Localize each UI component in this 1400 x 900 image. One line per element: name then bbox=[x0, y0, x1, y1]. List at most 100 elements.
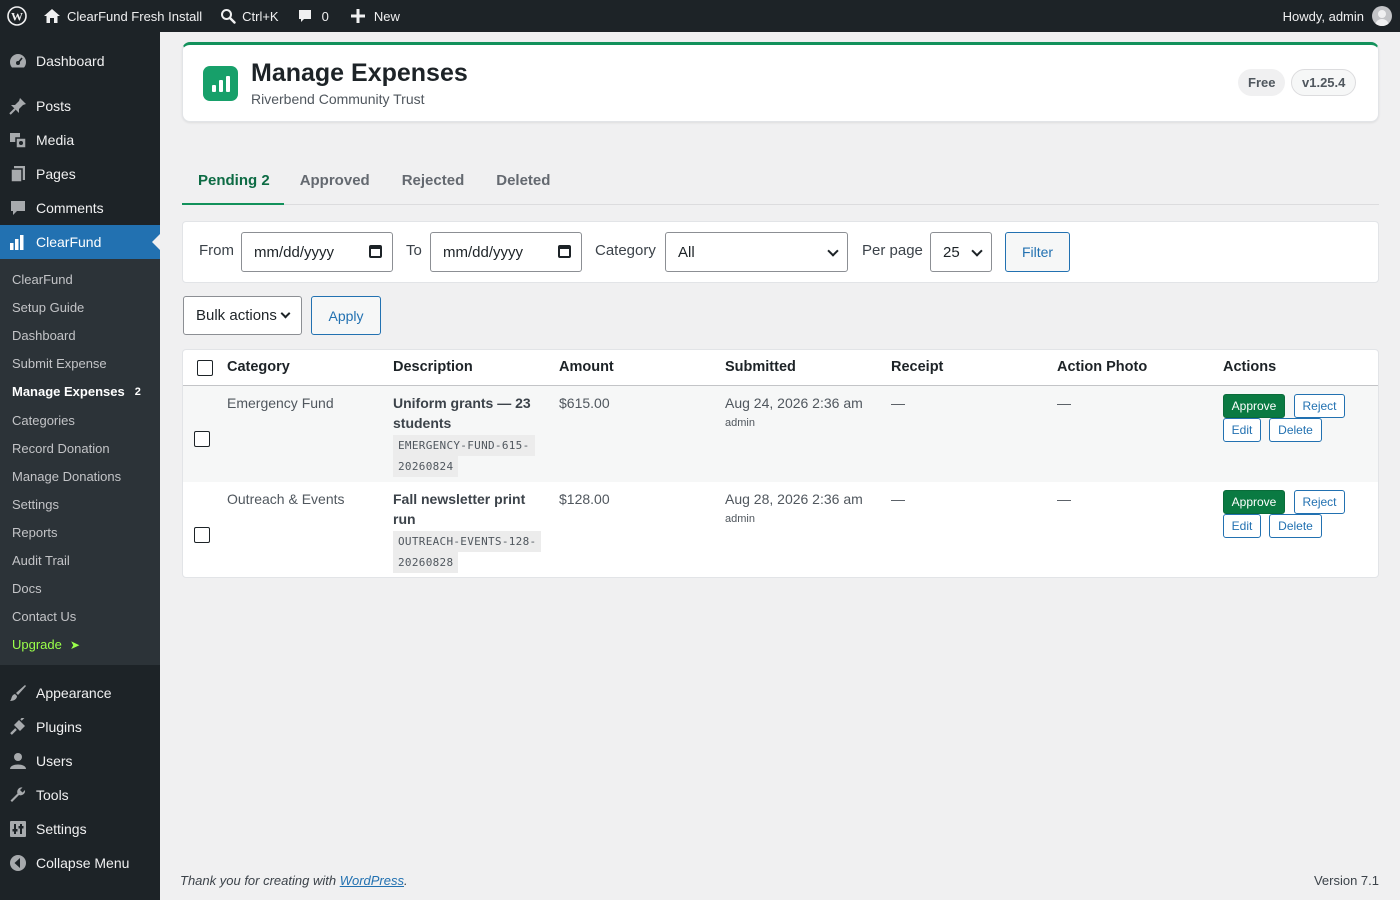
apply-button[interactable]: Apply bbox=[311, 296, 381, 335]
reference-line: EMERGENCY-FUND-615- bbox=[398, 439, 530, 452]
row-receipt: — bbox=[891, 395, 905, 411]
menu-dashboard[interactable]: Dashboard bbox=[0, 44, 160, 78]
submitted-by: admin bbox=[725, 513, 755, 525]
menu-label: Appearance bbox=[36, 685, 112, 702]
delete-button[interactable]: Delete bbox=[1269, 418, 1322, 442]
menu-settings[interactable]: Settings bbox=[0, 812, 160, 846]
sub-categories[interactable]: Categories bbox=[0, 406, 160, 434]
column-header: Description bbox=[393, 359, 473, 375]
comments-link[interactable]: 0 bbox=[287, 0, 337, 32]
column-header[interactable]: Amount bbox=[559, 359, 614, 375]
sub-clearfund[interactable]: ClearFund bbox=[0, 266, 160, 294]
description-line: students bbox=[393, 415, 452, 431]
select-all-checkbox[interactable] bbox=[197, 360, 213, 376]
organization-name: Riverbend Community Trust bbox=[251, 91, 425, 107]
sub-submit-expense[interactable]: Submit Expense bbox=[0, 350, 160, 378]
footer-thanks-end: . bbox=[404, 873, 408, 888]
comments-count: 0 bbox=[321, 8, 329, 24]
tab-deleted[interactable]: Deleted bbox=[480, 162, 566, 205]
menu-label: Comments bbox=[36, 200, 104, 216]
menu-label: Dashboard bbox=[36, 53, 105, 69]
column-header[interactable]: Submitted bbox=[725, 359, 796, 375]
menu-clearfund[interactable]: ClearFund bbox=[0, 225, 160, 259]
from-label: From bbox=[199, 242, 234, 259]
row-checkbox[interactable] bbox=[194, 527, 210, 543]
menu-plugins[interactable]: Plugins bbox=[0, 710, 160, 744]
row-checkbox[interactable] bbox=[194, 431, 210, 447]
row-receipt: — bbox=[891, 491, 905, 507]
row-action-photo: — bbox=[1057, 395, 1071, 411]
menu-appearance[interactable]: Appearance bbox=[0, 676, 160, 710]
to-date-input[interactable]: mm/dd/yyyy bbox=[430, 232, 582, 272]
submitted-date: Aug 24, 2026 2:36 am bbox=[725, 395, 863, 411]
status-tabs: Pending 2 Approved Rejected Deleted bbox=[182, 162, 1379, 205]
sub-setup-guide[interactable]: Setup Guide bbox=[0, 294, 160, 322]
category-select[interactable]: All bbox=[665, 232, 848, 272]
avatar bbox=[1372, 6, 1392, 26]
menu-label: Tools bbox=[36, 787, 69, 804]
column-header: Receipt bbox=[891, 359, 944, 375]
sub-contact-us[interactable]: Contact Us bbox=[0, 603, 160, 631]
sub-label: Categories bbox=[12, 412, 75, 428]
tab-rejected[interactable]: Rejected bbox=[386, 162, 481, 205]
per-page-select[interactable]: 25 bbox=[930, 232, 992, 272]
table-row: Outreach & Events Fall newsletter print r… bbox=[183, 482, 1378, 577]
menu-posts[interactable]: Posts bbox=[0, 89, 160, 123]
delete-button[interactable]: Delete bbox=[1269, 514, 1322, 538]
sub-audit-trail[interactable]: Audit Trail bbox=[0, 547, 160, 575]
calendar-icon[interactable] bbox=[369, 245, 382, 258]
sub-docs[interactable]: Docs bbox=[0, 575, 160, 603]
to-date-value: mm/dd/yyyy bbox=[443, 243, 524, 261]
approve-button[interactable]: Approve bbox=[1223, 394, 1285, 418]
home-icon bbox=[43, 8, 61, 24]
command-palette-button[interactable]: Ctrl+K bbox=[210, 0, 286, 32]
edit-button[interactable]: Edit bbox=[1223, 418, 1261, 442]
tab-approved[interactable]: Approved bbox=[284, 162, 386, 205]
from-date-input[interactable]: mm/dd/yyyy bbox=[241, 232, 393, 272]
sub-label: Reports bbox=[12, 524, 58, 540]
user-icon bbox=[8, 751, 28, 771]
row-action-photo: — bbox=[1057, 491, 1071, 507]
menu-media[interactable]: Media bbox=[0, 123, 160, 157]
admin-bar: W ClearFund Fresh Install Ctrl+K 0 New H… bbox=[0, 0, 1400, 32]
comment-icon bbox=[8, 198, 28, 218]
footer-version: Version 7.1 bbox=[1313, 873, 1379, 888]
sub-dashboard[interactable]: Dashboard bbox=[0, 322, 160, 350]
wordpress-logo-icon[interactable]: W bbox=[0, 0, 35, 32]
filter-button[interactable]: Filter bbox=[1005, 232, 1070, 272]
wordpress-link[interactable]: WordPress bbox=[340, 873, 404, 888]
reject-button[interactable]: Reject bbox=[1294, 394, 1345, 418]
menu-tools[interactable]: Tools bbox=[0, 778, 160, 812]
site-name-link[interactable]: ClearFund Fresh Install bbox=[35, 0, 210, 32]
calendar-icon[interactable] bbox=[558, 245, 571, 258]
description-title: Uniform grants — 23 students bbox=[393, 393, 543, 433]
chevron-down-icon bbox=[827, 245, 839, 257]
sub-settings[interactable]: Settings bbox=[0, 491, 160, 519]
description-line: Uniform grants — 23 bbox=[393, 395, 531, 411]
menu-users[interactable]: Users bbox=[0, 744, 160, 778]
new-content-link[interactable]: New bbox=[337, 0, 408, 32]
my-account[interactable]: Howdy, admin bbox=[1283, 6, 1400, 26]
sub-manage-expenses[interactable]: Manage Expenses 2 bbox=[0, 378, 160, 406]
chevron-down-icon bbox=[280, 308, 291, 319]
reject-button[interactable]: Reject bbox=[1294, 490, 1345, 514]
pin-icon bbox=[8, 96, 28, 116]
menu-comments[interactable]: Comments bbox=[0, 191, 160, 225]
column-header[interactable]: Category bbox=[227, 359, 290, 375]
edit-button[interactable]: Edit bbox=[1223, 514, 1261, 538]
description-line: Fall newsletter print bbox=[393, 491, 526, 507]
menu-label: ClearFund bbox=[36, 234, 102, 250]
sub-upgrade[interactable]: Upgrade ➤ bbox=[0, 631, 160, 659]
tab-pending[interactable]: Pending 2 bbox=[182, 162, 284, 205]
collapse-menu-button[interactable]: Collapse Menu bbox=[0, 846, 160, 880]
sub-reports[interactable]: Reports bbox=[0, 519, 160, 547]
menu-pages[interactable]: Pages bbox=[0, 157, 160, 191]
sub-record-donation[interactable]: Record Donation bbox=[0, 435, 160, 463]
approve-button[interactable]: Approve bbox=[1223, 490, 1285, 514]
sub-manage-donations[interactable]: Manage Donations bbox=[0, 463, 160, 491]
menu-label: Settings bbox=[36, 821, 87, 838]
bulk-actions-select[interactable]: Bulk actions bbox=[183, 296, 302, 335]
sub-label: Manage Donations bbox=[12, 468, 122, 484]
expenses-table: Category Description Amount Submitted Re… bbox=[182, 349, 1379, 578]
menu-label: Pages bbox=[36, 166, 76, 182]
